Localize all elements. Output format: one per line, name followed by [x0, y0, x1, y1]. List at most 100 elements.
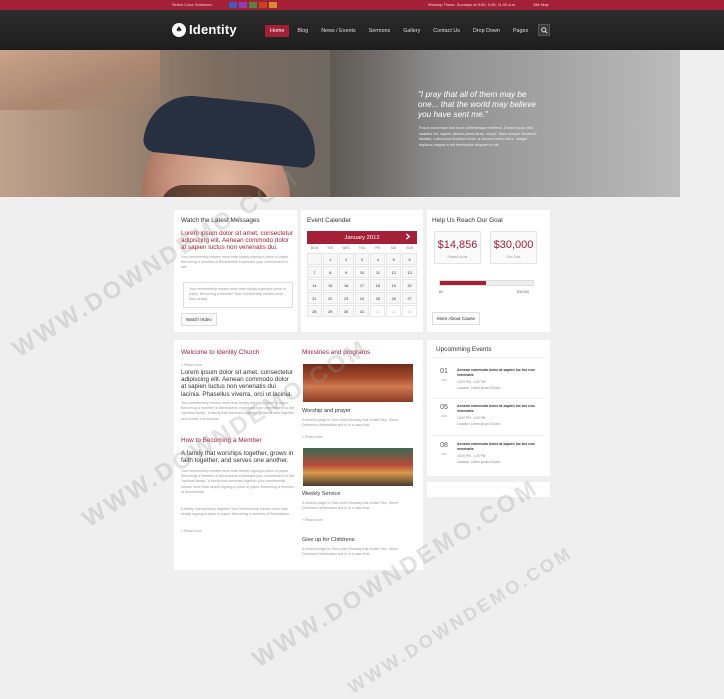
calendar-day[interactable]: 11 [370, 266, 386, 278]
worship-hours: Worship Times: Sundays at 9:00, 9:45, 11… [428, 2, 517, 7]
calendar-day[interactable]: 19 [386, 279, 402, 291]
event-month: JAN [441, 378, 447, 382]
more-about-cause-button[interactable]: More About Cause [432, 312, 481, 325]
main-nav: Home Blog News / Events Sermons Gallery … [265, 25, 533, 37]
calendar-day[interactable]: 13 [402, 266, 417, 278]
member-read-more[interactable]: » Read more [181, 529, 202, 533]
calendar-day[interactable]: 2 [338, 253, 354, 265]
divider [432, 357, 545, 358]
calendar-day[interactable]: 7 [307, 266, 322, 278]
event-month: JAN [441, 414, 447, 418]
event-item[interactable]: 05 JAN Aenean commodo dolor at sapien lu… [437, 404, 549, 432]
event-item[interactable]: 08 JAN Aenean commodo dolor at sapien lu… [437, 442, 549, 470]
calendar-day[interactable]: 1 [322, 253, 338, 265]
goal-progress-fill [440, 281, 487, 285]
calendar-day[interactable]: 31 [354, 305, 370, 317]
calendar-day[interactable]: 10 [354, 266, 370, 278]
hero-quote-text: Fusce accumsan sed lacus pellentesque el… [419, 126, 537, 147]
ministry-title[interactable]: Give up for Childrens [302, 537, 355, 543]
calendar-grid: MON TUE WED THU FRI SAT SUN 1 2 3 4 5 6 … [307, 246, 417, 317]
target-stat: $30,000 Our Goal [490, 231, 537, 264]
ministry-title[interactable]: Weekly Service [302, 491, 340, 497]
hero-background [0, 50, 160, 110]
calendar-day[interactable]: 9 [338, 266, 354, 278]
service-photo[interactable] [303, 448, 413, 486]
target-amount: $30,000 [493, 239, 534, 251]
calendar-day[interactable]: 3 [354, 253, 370, 265]
calendar-day[interactable]: 24 [354, 292, 370, 304]
calendar-day[interactable]: 15 [322, 279, 338, 291]
watch-video-button[interactable]: Watch Video [181, 313, 217, 326]
hero-quote: "I pray that all of them may be one... t… [418, 90, 536, 119]
brand-name: Identity [189, 22, 237, 37]
member-lead: A family that worships together, grows i… [181, 450, 294, 465]
calendar-day[interactable]: 14 [307, 279, 322, 291]
calendar-day[interactable]: 20 [402, 279, 417, 291]
weekday-label: SUN [406, 246, 413, 250]
event-title: Aenean commodo dolor at sapien luc tus n… [457, 404, 535, 413]
calendar-day[interactable]: 8 [322, 266, 338, 278]
site-map-link[interactable]: Site Map [533, 2, 549, 7]
color-swatches [229, 2, 277, 8]
calendar-day[interactable]: 21 [307, 292, 322, 304]
calendar-day[interactable]: 30 [338, 305, 354, 317]
ministry-text: A historic judge in Ohio ruled Monday th… [302, 501, 399, 511]
calendar-day[interactable]: 1 [370, 305, 386, 317]
ministry-title[interactable]: Worship and prayer [302, 408, 351, 414]
calendar-day[interactable]: 22 [322, 292, 338, 304]
color-swatch[interactable] [229, 2, 237, 8]
calendar-month: January 2012 [307, 231, 417, 244]
event-title: Aenean commodo dolor at sapien luc tus n… [457, 368, 535, 377]
calendar-day[interactable]: 17 [354, 279, 370, 291]
calendar-day[interactable]: 28 [307, 305, 322, 317]
nav-gallery[interactable]: Gallery [398, 25, 425, 37]
ministry-read-more[interactable]: » Read more [302, 518, 323, 522]
calendar-day[interactable]: 18 [370, 279, 386, 291]
calendar-day[interactable]: 26 [386, 292, 402, 304]
weekday-label: THU [358, 246, 366, 250]
color-swatch[interactable] [259, 2, 267, 8]
welcome-read-more-top[interactable]: » Read more [181, 363, 202, 367]
nav-home[interactable]: Home [265, 25, 290, 37]
calendar-day[interactable] [307, 253, 322, 265]
worship-photo[interactable] [303, 364, 413, 402]
chevron-right-icon [405, 233, 411, 240]
calendar-day[interactable]: 16 [338, 279, 354, 291]
nav-pages[interactable]: Pages [508, 25, 533, 37]
raised-stat: $14,856 Raised so far [434, 231, 481, 264]
calendar-day[interactable]: 29 [322, 305, 338, 317]
color-swatch[interactable] [269, 2, 277, 8]
calendar-day[interactable]: 3 [402, 305, 417, 317]
calendar-day[interactable]: 2 [386, 305, 402, 317]
event-item[interactable]: 01 JAN Aenean commodo dolor at sapien lu… [437, 368, 549, 396]
logo[interactable]: ♠ Identity [172, 22, 237, 37]
calendar-day[interactable]: 6 [402, 253, 417, 265]
search-button[interactable] [538, 24, 550, 36]
nav-contact-us[interactable]: Contact Us [428, 25, 465, 37]
calendar-day[interactable]: 25 [370, 292, 386, 304]
color-swatch[interactable] [239, 2, 247, 8]
messages-quote: Your membership means more than simply s… [183, 282, 293, 308]
event-time: 10:00 PM - 1:00 PM [457, 416, 486, 420]
calendar-day[interactable]: 23 [338, 292, 354, 304]
messages-lead: Lorem ipsum dolor sit amet, consectetur … [181, 230, 293, 252]
goal-progress-bar [439, 280, 534, 286]
member-title: How to Becoming a Member [181, 437, 262, 444]
calendar-title: Event Calender [307, 217, 352, 224]
event-month: JAN [441, 452, 447, 456]
raised-amount: $14,856 [437, 239, 478, 251]
calendar-day[interactable]: 4 [370, 253, 386, 265]
ministry-read-more[interactable]: » Read more [302, 435, 323, 439]
nav-drop-down[interactable]: Drop Down [468, 25, 505, 37]
search-icon [540, 26, 548, 34]
color-swatch[interactable] [249, 2, 257, 8]
nav-blog[interactable]: Blog [292, 25, 313, 37]
nav-news-events[interactable]: News / Events [316, 25, 360, 37]
calendar-next-button[interactable] [403, 233, 413, 242]
calendar-day[interactable]: 5 [386, 253, 402, 265]
divider [432, 435, 545, 436]
calendar-day[interactable]: 27 [402, 292, 417, 304]
calendar-day[interactable]: 12 [386, 266, 402, 278]
event-location: Location: Lorem ipsum Church [457, 422, 501, 426]
nav-sermons[interactable]: Sermons [364, 25, 396, 37]
